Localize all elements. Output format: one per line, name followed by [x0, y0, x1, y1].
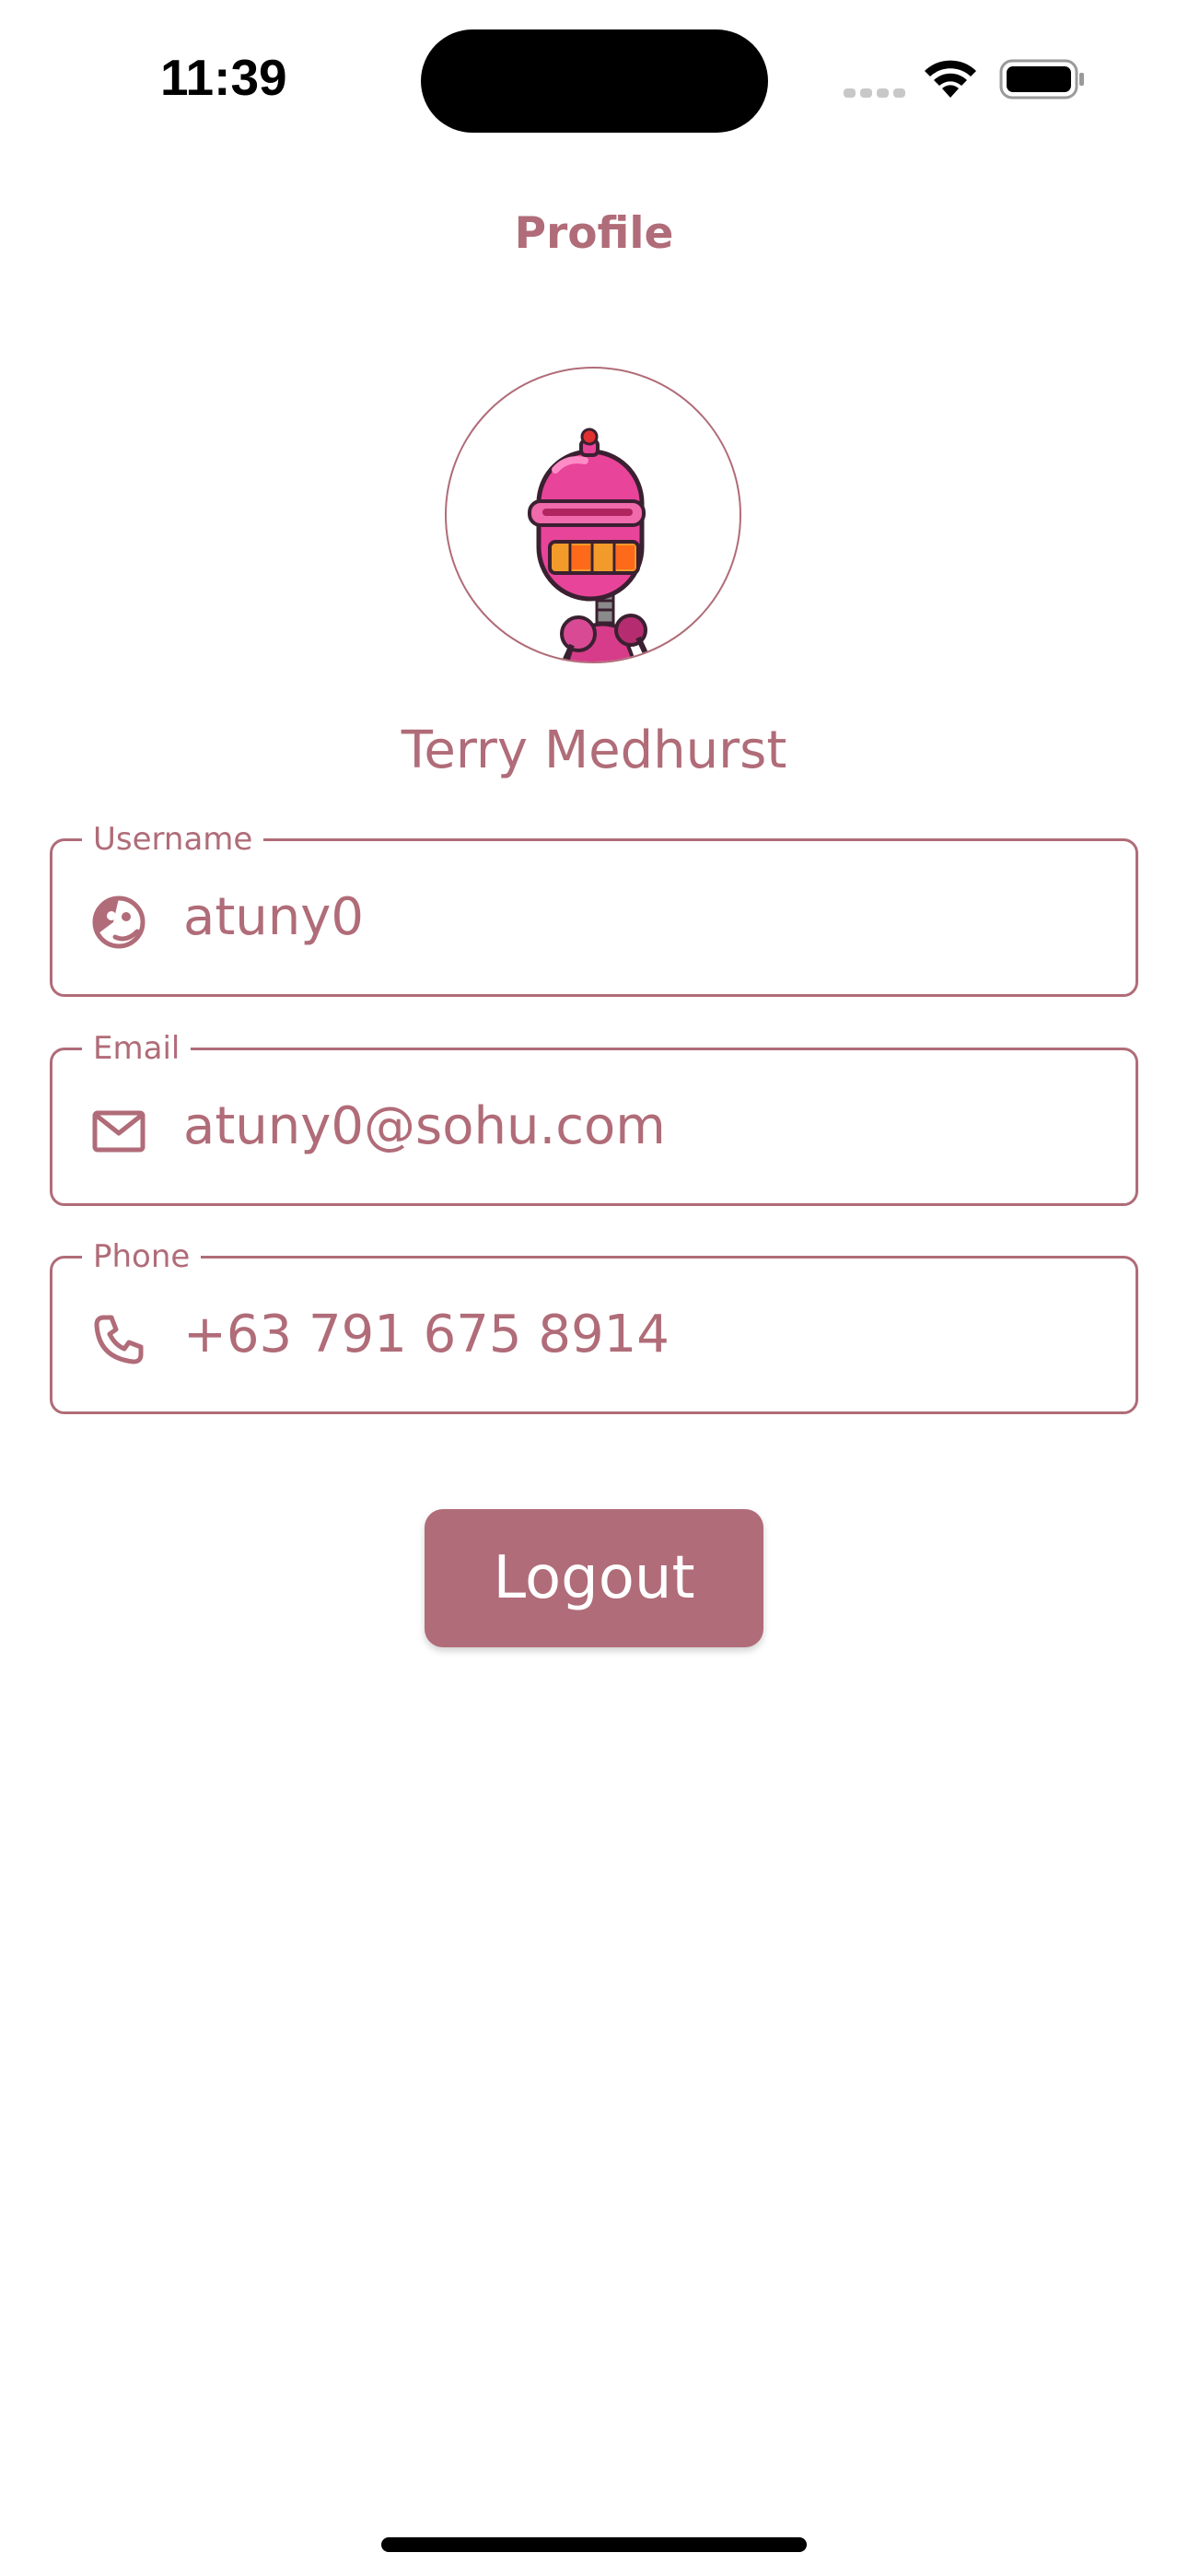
wifi-icon [925, 60, 976, 98]
phone-icon [94, 1315, 144, 1364]
home-indicator[interactable] [381, 2537, 807, 2552]
avatar [445, 367, 741, 663]
profile-name: Terry Medhurst [401, 720, 787, 780]
username-field[interactable]: Username atuny0 [50, 821, 1138, 997]
signal-icon [844, 88, 906, 98]
status-bar: 11:39 [0, 0, 1188, 147]
username-label: Username [82, 821, 264, 858]
battery-icon [999, 59, 1084, 100]
page-title: Profile [514, 208, 674, 259]
dynamic-island [421, 29, 768, 133]
face-icon [92, 896, 146, 949]
logout-button[interactable]: Logout [425, 1509, 763, 1647]
email-value: atuny0@sohu.com [183, 1096, 666, 1156]
email-field[interactable]: Email atuny0@sohu.com [50, 1030, 1138, 1206]
status-time: 11:39 [160, 49, 287, 106]
mail-icon [92, 1110, 146, 1153]
email-label: Email [82, 1030, 192, 1067]
phone-label: Phone [82, 1238, 202, 1275]
phone-field[interactable]: Phone +63 791 675 8914 [50, 1238, 1138, 1414]
username-value: atuny0 [183, 887, 365, 947]
robot-avatar-icon [528, 427, 653, 662]
phone-value: +63 791 675 8914 [183, 1305, 670, 1364]
